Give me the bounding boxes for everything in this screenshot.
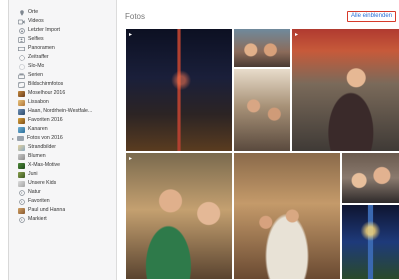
- selfie-icon: [18, 36, 25, 43]
- sidebar-item-label: Lissabon: [28, 99, 49, 105]
- photo-grid: ▸ ▸ ▸: [125, 28, 399, 280]
- sidebar-item-label: Zeitraffer: [28, 54, 49, 60]
- sidebar-item-label: Natur: [28, 189, 41, 195]
- sidebar-item-album-moselhour-2016[interactable]: Moselhour 2016: [9, 89, 116, 98]
- burst-icon: [18, 73, 25, 79]
- sidebar-item-label: Paul und Hanna: [28, 207, 66, 213]
- album-thumbnail-icon: [18, 162, 25, 169]
- folder-icon: [17, 136, 24, 142]
- sidebar-item-panoramas[interactable]: Panoramen: [9, 44, 116, 53]
- sidebar-item-label: Fotos von 2016: [27, 135, 63, 141]
- sidebar-item-last-import[interactable]: Letzter Import: [9, 26, 116, 35]
- album-thumbnail-icon: [18, 90, 25, 97]
- sidebar-item-label: Letzter Import: [28, 27, 61, 33]
- album-thumbnail-icon: [18, 108, 25, 115]
- sidebar-item-smart-natur[interactable]: Natur: [9, 188, 116, 197]
- sidebar-item-album-favoriten-2016[interactable]: Favoriten 2016: [9, 116, 116, 125]
- sidebar-item-label: Bildschirmfotos: [28, 81, 64, 87]
- sidebar-item-label: Panoramen: [28, 45, 55, 51]
- sidebar-item-label: Kanaren: [28, 126, 48, 132]
- album-thumbnail-icon: [18, 117, 25, 124]
- show-all-button[interactable]: Alle einblenden: [346, 11, 396, 22]
- sidebar-item-album-strandbilder[interactable]: Strandbilder: [9, 143, 116, 152]
- sidebar-item-album-x-mas-motive[interactable]: X-Mas-Motive: [9, 161, 116, 170]
- panorama-icon: [18, 46, 25, 52]
- photo-thumbnail[interactable]: ▸: [125, 152, 233, 280]
- sidebar-item-selfies[interactable]: Selfies: [9, 35, 116, 44]
- sidebar-item-label: Serien: [28, 72, 43, 78]
- photo-thumbnail[interactable]: ▸: [125, 28, 233, 152]
- photo-badge-icon: ▸: [295, 32, 299, 38]
- sidebar-item-videos[interactable]: Videos: [9, 17, 116, 26]
- album-thumbnail-icon: [18, 153, 25, 160]
- photo-thumbnail[interactable]: ▸: [291, 28, 399, 152]
- sidebar-item-slomo[interactable]: Slo-Mo: [9, 62, 116, 71]
- page-title: Fotos: [125, 12, 146, 21]
- sidebar-item-timelapse[interactable]: Zeitraffer: [9, 53, 116, 62]
- sidebar-item-label: X-Mas-Motive: [28, 162, 60, 168]
- photo-thumbnail[interactable]: [233, 68, 291, 152]
- album-thumbnail-icon: [18, 99, 25, 106]
- photo-thumbnail[interactable]: [341, 204, 399, 280]
- video-icon: [18, 19, 25, 25]
- sidebar-item-label: Favoriten 2016: [28, 117, 63, 123]
- photo-thumbnail[interactable]: [233, 28, 291, 68]
- sidebar-item-label: Strandbilder: [28, 144, 56, 150]
- sidebar-item-album-blumen[interactable]: Blumen: [9, 152, 116, 161]
- sidebar-item-label: Juni: [28, 171, 38, 177]
- sidebar-item-smart-favoriten[interactable]: Favoriten: [9, 197, 116, 206]
- smart-album-icon: [18, 189, 25, 196]
- photo-badge-icon: ▸: [129, 156, 133, 162]
- album-thumbnail-icon: [18, 207, 25, 214]
- photo-library-main: Fotos Alle einblenden ▸ ▸ ▸: [117, 0, 399, 280]
- screenshot-icon: [18, 81, 25, 88]
- video-badge-icon: ▸: [129, 32, 133, 38]
- sidebar-item-label: Blumen: [28, 153, 46, 159]
- sidebar-item-album-paul-und-hanna[interactable]: Paul und Hanna: [9, 206, 116, 215]
- sidebar-item-label: Orte: [28, 9, 39, 15]
- sidebar-item-places[interactable]: Orte: [9, 8, 116, 17]
- sidebar-item-label: Unsere Kids: [28, 180, 57, 186]
- sidebar-item-album-unsere-kids[interactable]: Unsere Kids: [9, 179, 116, 188]
- photo-thumbnail[interactable]: [341, 152, 399, 204]
- sidebar-item-label: Haan, Nordrhein-Westfale...: [28, 108, 93, 114]
- sidebar-item-screenshots[interactable]: Bildschirmfotos: [9, 80, 116, 89]
- sidebar-item-smart-markiert[interactable]: Markiert: [9, 215, 116, 224]
- pin-icon: [18, 9, 25, 16]
- smart-album-icon: [18, 216, 25, 223]
- sidebar-item-album-juni[interactable]: Juni: [9, 170, 116, 179]
- sidebar-item-album-kanaren[interactable]: Kanaren: [9, 125, 116, 134]
- sidebar-item-label: Selfies: [28, 36, 44, 42]
- sidebar-item-label: Videos: [28, 18, 44, 24]
- album-thumbnail-icon: [18, 171, 25, 178]
- album-thumbnail-icon: [18, 180, 25, 187]
- sidebar-item-label: Favoriten: [28, 198, 50, 204]
- album-thumbnail-icon: [18, 126, 25, 133]
- slomo-icon: [18, 63, 25, 70]
- album-thumbnail-icon: [18, 144, 25, 151]
- sidebar-item-album-lissabon[interactable]: Lissabon: [9, 98, 116, 107]
- sidebar-item-label: Slo-Mo: [28, 63, 45, 69]
- photo-thumbnail[interactable]: [233, 152, 341, 280]
- timelapse-icon: [18, 54, 25, 61]
- sidebar: Orte Videos Letzter Import Selfies Panor…: [9, 0, 117, 280]
- sidebar-item-folder-fotos-von-2016[interactable]: ▸ Fotos von 2016: [9, 134, 116, 143]
- sidebar-item-label: Markiert: [28, 216, 47, 222]
- sidebar-item-bursts[interactable]: Serien: [9, 71, 116, 80]
- sidebar-item-album-haan[interactable]: Haan, Nordrhein-Westfale...: [9, 107, 116, 116]
- sidebar-item-label: Moselhour 2016: [28, 90, 66, 96]
- photos-window: Orte Videos Letzter Import Selfies Panor…: [8, 0, 399, 280]
- import-icon: [18, 27, 25, 34]
- smart-album-icon: [18, 198, 25, 205]
